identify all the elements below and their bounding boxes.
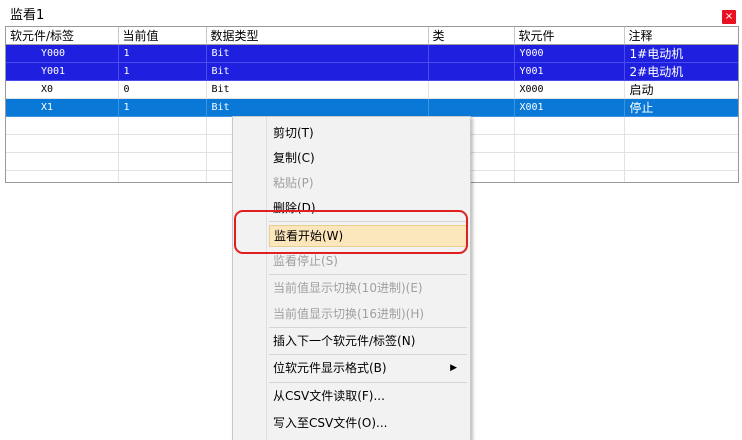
menu-item-insert-next[interactable]: 插入下一个软元件/标签(N) xyxy=(269,330,467,352)
cell-value[interactable]: 0 xyxy=(118,80,207,99)
highlight-callout xyxy=(234,210,468,254)
context-menu: 剪切(T) 复制(C) 粘贴(P) 删除(D) 监看开始(W) 监看停止(S) … xyxy=(232,116,471,440)
window-title: 监看1 xyxy=(10,8,45,23)
cell-device2[interactable]: Y000 xyxy=(514,44,625,63)
cell-class[interactable] xyxy=(428,62,515,81)
menu-item-label: 位软元件显示格式(B) xyxy=(273,361,387,375)
cell-device[interactable]: X0 xyxy=(6,80,119,99)
menu-item-copy[interactable]: 复制(C) xyxy=(269,147,467,169)
column-header-class[interactable]: 类 xyxy=(428,27,515,45)
grid-header-row: 软元件/标签 当前值 数据类型 类 软元件 注释 xyxy=(6,27,738,45)
menu-separator xyxy=(269,274,467,275)
column-header-type[interactable]: 数据类型 xyxy=(206,27,429,45)
menu-icon-gutter xyxy=(233,117,267,440)
menu-separator xyxy=(269,382,467,383)
cell-comment[interactable]: 2#电动机 xyxy=(624,62,738,81)
cell-value[interactable]: 1 xyxy=(118,62,207,81)
cell-device2[interactable]: Y001 xyxy=(514,62,625,81)
cell-device[interactable]: Y001 xyxy=(6,62,119,81)
cell-class[interactable] xyxy=(428,44,515,63)
cell-class[interactable] xyxy=(428,98,515,117)
menu-item-toggle-decimal[interactable]: 当前值显示切换(10进制)(E) xyxy=(269,277,467,299)
table-row[interactable]: X0 0 Bit X000 启动 xyxy=(6,80,738,99)
column-header-comment[interactable]: 注释 xyxy=(624,27,738,45)
submenu-arrow-icon: ▶ xyxy=(450,363,457,373)
cell-comment[interactable]: 1#电动机 xyxy=(624,44,738,63)
cell-type[interactable]: Bit xyxy=(206,44,429,63)
cell-comment[interactable]: 启动 xyxy=(624,80,738,99)
menu-item-write-csv[interactable]: 写入至CSV文件(O)... xyxy=(269,412,467,434)
table-row[interactable]: Y001 1 Bit Y001 2#电动机 xyxy=(6,62,738,81)
table-row[interactable]: X1 1 Bit X001 停止 xyxy=(6,98,738,117)
cell-type[interactable]: Bit xyxy=(206,80,429,99)
close-icon[interactable]: × xyxy=(722,10,736,24)
cell-value[interactable]: 1 xyxy=(118,98,207,117)
cell-type[interactable]: Bit xyxy=(206,62,429,81)
cell-device[interactable]: Y000 xyxy=(6,44,119,63)
menu-item-bit-format[interactable]: 位软元件显示格式(B) ▶ xyxy=(269,357,467,379)
menu-item-read-csv[interactable]: 从CSV文件读取(F)... xyxy=(269,385,467,407)
cell-type[interactable]: Bit xyxy=(206,98,429,117)
cell-comment[interactable]: 停止 xyxy=(624,98,738,117)
menu-item-toggle-hex[interactable]: 当前值显示切换(16进制)(H) xyxy=(269,303,467,325)
cell-value[interactable]: 1 xyxy=(118,44,207,63)
cell-device2[interactable]: X001 xyxy=(514,98,625,117)
menu-item-cut[interactable]: 剪切(T) xyxy=(269,122,467,144)
column-header-device2[interactable]: 软元件 xyxy=(514,27,625,45)
menu-separator xyxy=(269,354,467,355)
column-header-device[interactable]: 软元件/标签 xyxy=(6,27,119,45)
cell-class[interactable] xyxy=(428,80,515,99)
menu-separator xyxy=(269,327,467,328)
column-header-value[interactable]: 当前值 xyxy=(118,27,207,45)
cell-device[interactable]: X1 xyxy=(6,98,119,117)
cell-device2[interactable]: X000 xyxy=(514,80,625,99)
menu-item-paste[interactable]: 粘贴(P) xyxy=(269,172,467,194)
table-row[interactable]: Y000 1 Bit Y000 1#电动机 xyxy=(6,44,738,63)
